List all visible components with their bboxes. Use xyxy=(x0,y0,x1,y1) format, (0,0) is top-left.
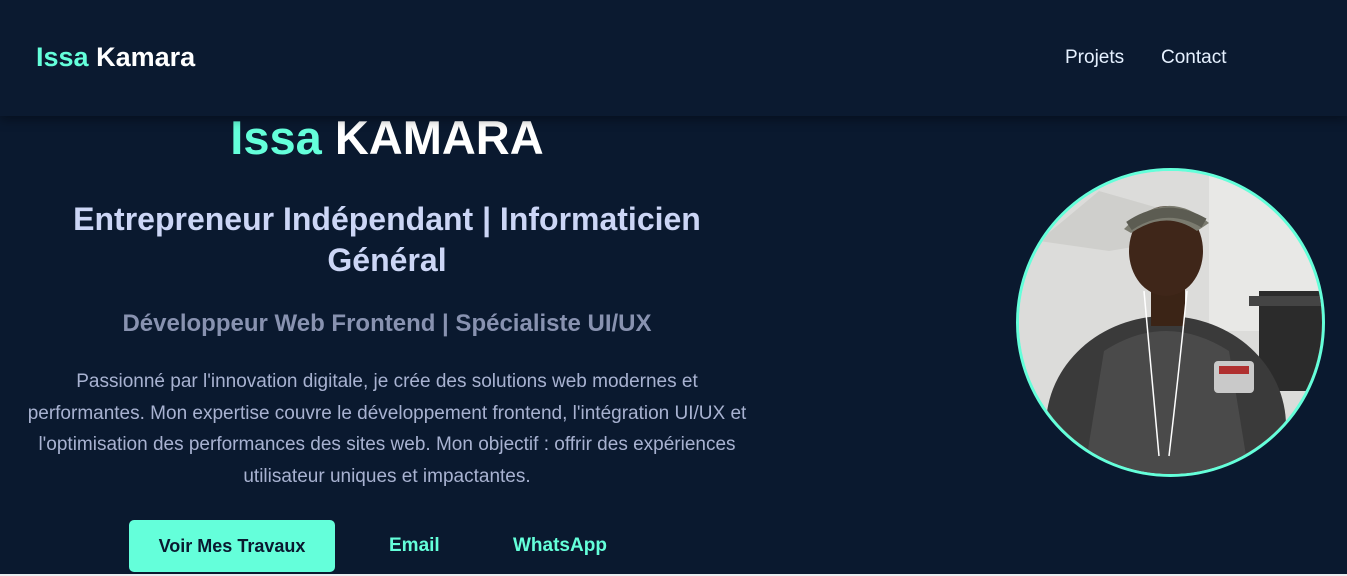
whatsapp-link[interactable]: WhatsApp xyxy=(513,535,607,557)
email-link[interactable]: Email xyxy=(389,535,440,557)
hero-actions: Voir Mes Travaux Email WhatsApp xyxy=(129,520,649,572)
hero-last-name: KAMARA xyxy=(334,111,544,164)
hero-first-name: Issa xyxy=(230,111,322,164)
hero-subtitle: Développeur Web Frontend | Spécialiste U… xyxy=(122,310,652,337)
logo-first-name: Issa xyxy=(36,42,89,72)
view-work-button[interactable]: Voir Mes Travaux xyxy=(129,520,335,572)
hero-title: Entrepreneur Indépendant | Informaticien… xyxy=(73,201,701,278)
hero-section: Issa KAMARA Entrepreneur Indépendant | I… xyxy=(20,114,754,492)
profile-photo xyxy=(1016,168,1325,477)
logo-last-name: Kamara xyxy=(96,42,196,72)
portrait-image xyxy=(1019,171,1322,474)
hero-name: Issa KAMARA xyxy=(20,114,754,162)
site-logo[interactable]: Issa Kamara xyxy=(36,42,195,73)
nav-link-contact[interactable]: Contact xyxy=(1161,47,1226,69)
navbar: Issa Kamara Projets Contact xyxy=(0,0,1347,116)
hero-description: Passionné par l'innovation digitale, je … xyxy=(27,371,747,487)
nav-link-projets[interactable]: Projets xyxy=(1065,47,1124,69)
